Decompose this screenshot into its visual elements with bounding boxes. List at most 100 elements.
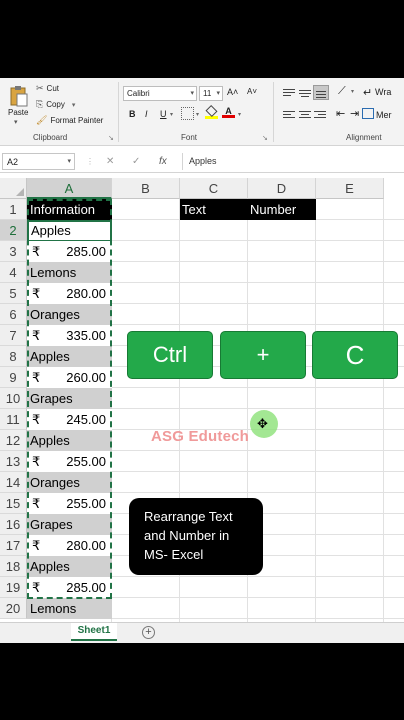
worksheet-grid[interactable]: ABCDE 1 2 3 4 5 6 7 8 9 10 11 12 13 14 15 16 17 18 19 20 In… xyxy=(0,178,404,622)
row-header-19[interactable]: 19 xyxy=(0,577,27,598)
cell-a10[interactable]: Grapes xyxy=(27,388,112,409)
chevron-down-icon[interactable]: ▾ xyxy=(238,111,241,118)
cell-a8[interactable]: Apples xyxy=(27,346,112,367)
bold-button[interactable]: B xyxy=(129,109,136,119)
chevron-down-icon[interactable]: ▾ xyxy=(351,88,354,95)
row-header-20[interactable]: 20 xyxy=(0,598,27,619)
wrap-text-button[interactable]: Wra xyxy=(375,87,391,97)
row-header-16[interactable]: 16 xyxy=(0,514,27,535)
row-header-10[interactable]: 10 xyxy=(0,388,27,409)
cancel-button[interactable]: ✕ xyxy=(106,156,114,167)
cell-a17[interactable]: ₹280.00 xyxy=(27,535,112,556)
column-header-d[interactable]: D xyxy=(248,178,316,199)
cell-a20[interactable]: Lemons xyxy=(27,598,112,619)
align-left-button[interactable] xyxy=(283,110,295,120)
paste-icon[interactable] xyxy=(9,85,29,107)
font-color-button[interactable]: A xyxy=(222,106,235,118)
alignment-group-label: Alignment xyxy=(346,133,382,142)
cell-d1[interactable]: Number xyxy=(248,199,316,220)
select-all-button[interactable] xyxy=(0,178,27,199)
decrease-font-size-button[interactable]: A˅ xyxy=(247,87,257,96)
enter-button[interactable]: ✓ xyxy=(132,156,140,167)
row-header-9[interactable]: 9 xyxy=(0,367,27,388)
borders-icon[interactable] xyxy=(181,107,194,120)
cell-a5[interactable]: ₹280.00 xyxy=(27,283,112,304)
merge-center-button[interactable]: Mer xyxy=(376,110,392,120)
align-bottom-button[interactable] xyxy=(313,85,329,100)
cell-a16[interactable]: Grapes xyxy=(27,514,112,535)
chevron-down-icon[interactable]: ▾ xyxy=(14,118,18,126)
watermark: ASG Edutech xyxy=(151,428,250,445)
name-box-value: A2 xyxy=(7,157,19,167)
ribbon: Paste ▾ ✂ Cut ⎘ Copy ▾ 🖌 Format Painter … xyxy=(0,78,404,146)
row-header-13[interactable]: 13 xyxy=(0,451,27,472)
copy-button[interactable]: ⎘ Copy ▾ xyxy=(36,99,75,110)
cut-label: Cut xyxy=(46,84,59,93)
chevron-down-icon[interactable]: ▾ xyxy=(170,111,173,118)
row-header-2[interactable]: 2 xyxy=(0,220,27,241)
row-header-7[interactable]: 7 xyxy=(0,325,27,346)
underline-button[interactable]: U xyxy=(160,109,167,119)
row-header-5[interactable]: 5 xyxy=(0,283,27,304)
fill-color-icon[interactable] xyxy=(205,104,218,120)
align-middle-button[interactable] xyxy=(299,88,311,98)
row-header-8[interactable]: 8 xyxy=(0,346,27,367)
merge-center-icon[interactable] xyxy=(362,108,374,119)
cell-a2[interactable]: Apples xyxy=(27,220,112,242)
increase-indent-icon[interactable]: ⇥ xyxy=(350,107,359,120)
cell-a19[interactable]: ₹285.00 xyxy=(27,577,112,598)
add-sheet-button[interactable]: + xyxy=(142,626,155,639)
cell-a7[interactable]: ₹335.00 xyxy=(27,325,112,346)
cell-a18[interactable]: Apples xyxy=(27,556,112,577)
row-header-18[interactable]: 18 xyxy=(0,556,27,577)
orientation-icon[interactable]: ⟋ xyxy=(338,85,346,98)
align-top-button[interactable] xyxy=(283,88,295,98)
row-header-3[interactable]: 3 xyxy=(0,241,27,262)
row-header-1[interactable]: 1 xyxy=(0,199,27,220)
row-header-6[interactable]: 6 xyxy=(0,304,27,325)
row-header-17[interactable]: 17 xyxy=(0,535,27,556)
tab-sheet1[interactable]: Sheet1 xyxy=(71,623,117,641)
paste-button[interactable]: Paste xyxy=(8,108,28,117)
font-name-dropdown[interactable]: Calibri ▾ xyxy=(123,86,197,101)
cell-a11[interactable]: ₹245.00 xyxy=(27,409,112,430)
align-center-button[interactable] xyxy=(299,110,311,120)
column-gridline xyxy=(315,199,316,622)
cell-a3[interactable]: ₹285.00 xyxy=(27,241,112,262)
cut-button[interactable]: ✂ Cut xyxy=(36,83,59,94)
cell-c1[interactable]: Text xyxy=(180,199,248,220)
row-header-15[interactable]: 15 xyxy=(0,493,27,514)
column-header-a[interactable]: A xyxy=(27,178,112,199)
chevron-down-icon[interactable]: ▾ xyxy=(72,101,76,109)
wrap-text-icon[interactable]: ↵ xyxy=(363,86,372,99)
column-header-c[interactable]: C xyxy=(180,178,248,199)
row-header-12[interactable]: 12 xyxy=(0,430,27,451)
cell-a15[interactable]: ₹255.00 xyxy=(27,493,112,514)
chevron-down-icon[interactable]: ▾ xyxy=(196,111,199,118)
italic-button[interactable]: I xyxy=(145,109,148,119)
column-header-b[interactable]: B xyxy=(112,178,180,199)
name-box[interactable]: A2 ▾ xyxy=(2,153,75,170)
dialog-launcher-icon[interactable]: ↘ xyxy=(108,134,114,142)
cell-a1[interactable]: Information xyxy=(27,199,112,220)
row-header-11[interactable]: 11 xyxy=(0,409,27,430)
cell-a6[interactable]: Oranges xyxy=(27,304,112,325)
amount-value: 255.00 xyxy=(66,496,106,511)
insert-function-button[interactable]: fx xyxy=(159,156,167,167)
font-size-dropdown[interactable]: 11 ▾ xyxy=(199,86,223,101)
decrease-indent-icon[interactable]: ⇤ xyxy=(336,107,345,120)
formula-input[interactable]: Apples xyxy=(182,153,404,170)
excel-window: Paste ▾ ✂ Cut ⎘ Copy ▾ 🖌 Format Painter … xyxy=(0,78,404,643)
cell-a14[interactable]: Oranges xyxy=(27,472,112,493)
column-header-e[interactable]: E xyxy=(316,178,384,199)
cell-a4[interactable]: Lemons xyxy=(27,262,112,283)
increase-font-size-button[interactable]: A˄ xyxy=(227,87,238,97)
cell-a9[interactable]: ₹260.00 xyxy=(27,367,112,388)
format-painter-button[interactable]: 🖌 Format Painter xyxy=(36,115,103,126)
align-right-button[interactable] xyxy=(314,110,326,120)
row-header-4[interactable]: 4 xyxy=(0,262,27,283)
cell-a12[interactable]: Apples xyxy=(27,430,112,451)
row-header-14[interactable]: 14 xyxy=(0,472,27,493)
cell-a13[interactable]: ₹255.00 xyxy=(27,451,112,472)
dialog-launcher-icon[interactable]: ↘ xyxy=(262,134,268,142)
